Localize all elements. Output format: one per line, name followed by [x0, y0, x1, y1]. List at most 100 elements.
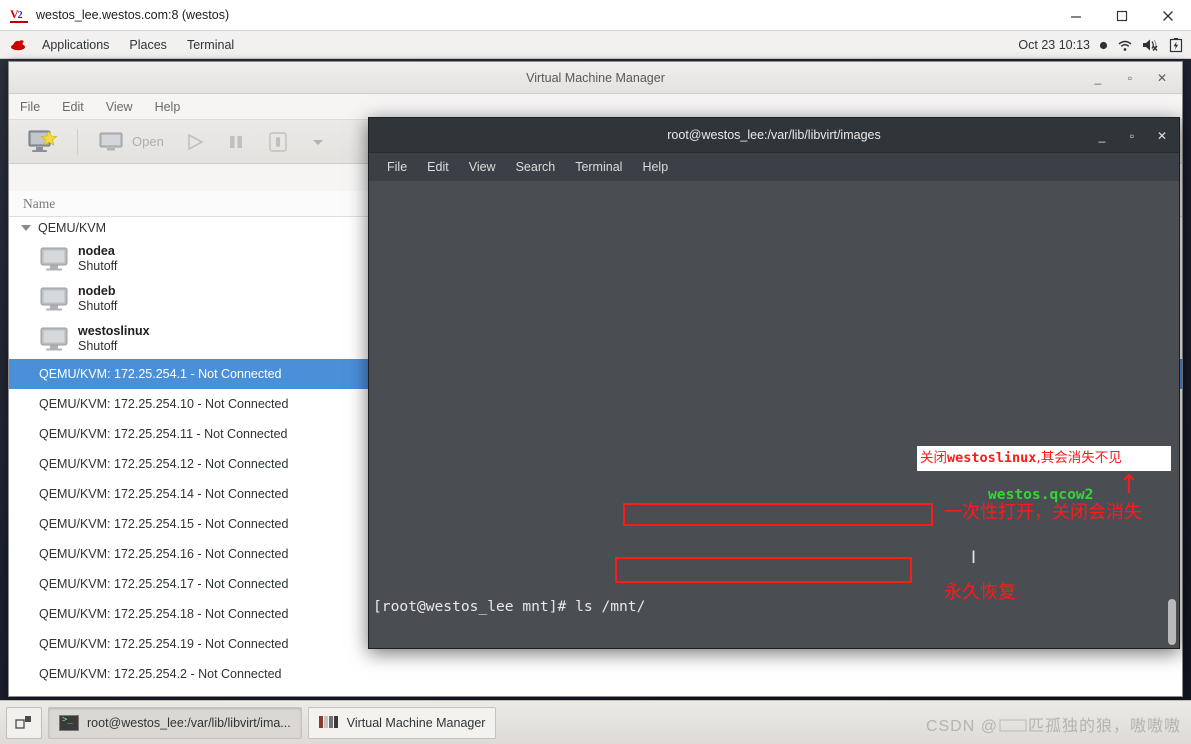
list-item-connection[interactable]: QEMU/KVM: 172.25.254.2 - Not Connected [9, 659, 1182, 689]
vmm-minimize-icon[interactable]: _ [1082, 71, 1114, 85]
panel-menu-applications[interactable]: Applications [32, 31, 119, 59]
vnc-window-controls [1053, 0, 1191, 31]
vm-state: Shutoff [78, 259, 118, 273]
panel-status-area: Oct 23 10:13 [1018, 31, 1183, 59]
terminal-maximize-icon[interactable]: ▫ [1117, 129, 1147, 143]
vmm-menu-help[interactable]: Help [144, 100, 192, 114]
list-item-connection[interactable]: QEMU/KVM: 172.25.254.20 - Not Connected [9, 689, 1182, 696]
annotation-tooltip-mono: westoslinux [947, 450, 1037, 466]
monitor-icon [39, 326, 69, 352]
annotation-tooltip-suffix: ,其会消失不见 [1036, 450, 1122, 466]
connection-label: QEMU/KVM: 172.25.254.19 - Not Connected [39, 637, 289, 651]
terminal-line: [root@westos_lee mnt]# ls /mnt/ [373, 598, 646, 616]
chevron-down-icon[interactable] [21, 225, 31, 231]
terminal-menu-view[interactable]: View [459, 160, 506, 174]
terminal-window-controls: _ ▫ ✕ [1087, 118, 1177, 153]
connection-label: QEMU/KVM: 172.25.254.2 - Not Connected [39, 667, 282, 681]
vmm-maximize-icon[interactable]: ▫ [1114, 71, 1146, 85]
connection-label: QEMU/KVM: 172.25.254.18 - Not Connected [39, 607, 289, 621]
annotation-tooltip-prefix: 关闭 [920, 450, 947, 466]
vm-group-label: QEMU/KVM [38, 221, 107, 235]
terminal-menubar: File Edit View Search Terminal Help [369, 153, 1179, 181]
connection-label: QEMU/KVM: 172.25.254.1 - Not Connected [39, 367, 282, 381]
column-header-name: Name [23, 195, 56, 211]
annotation-redbox-create [623, 503, 933, 526]
connection-label: QEMU/KVM: 172.25.254.14 - Not Connected [39, 487, 289, 501]
terminal-menu-search[interactable]: Search [506, 160, 566, 174]
vmm-icon [318, 715, 339, 730]
pause-button[interactable] [218, 128, 254, 156]
connection-label: QEMU/KVM: 172.25.254.11 - Not Connected [39, 427, 288, 441]
volume-muted-icon[interactable] [1142, 38, 1160, 52]
run-button[interactable] [176, 128, 214, 156]
toolbar-separator [77, 128, 78, 155]
watermark-text-after: 匹孤独的狼，嗷嗷嗷 [1027, 718, 1181, 735]
open-button-label: Open [132, 134, 164, 149]
annotation-redbox-define [615, 557, 912, 583]
vmm-window-controls: _ ▫ ✕ [1082, 62, 1178, 94]
terminal-scrollbar[interactable] [1165, 181, 1179, 648]
vmm-menu-file[interactable]: File [9, 100, 51, 114]
text-cursor-icon: I [971, 548, 977, 568]
monitor-icon [39, 246, 69, 272]
connection-label: QEMU/KVM: 172.25.254.10 - Not Connected [39, 397, 289, 411]
taskbar-item-vmm[interactable]: Virtual Machine Manager [307, 706, 497, 739]
watermark-logo-icon [998, 718, 1028, 739]
recording-dot-icon [1099, 41, 1108, 50]
shutdown-button[interactable] [258, 127, 298, 157]
minimize-icon[interactable] [1053, 0, 1099, 31]
terminal-menu-file[interactable]: File [377, 160, 417, 174]
vm-name: nodeb [78, 284, 116, 298]
close-icon[interactable] [1145, 0, 1191, 31]
chevron-down-icon[interactable] [302, 131, 334, 153]
maximize-icon[interactable] [1099, 0, 1145, 31]
terminal-window-title: root@westos_lee:/var/lib/libvirt/images [667, 128, 881, 142]
wifi-icon[interactable] [1117, 39, 1133, 52]
vmm-window-title: Virtual Machine Manager [526, 70, 665, 85]
taskbar-item-label: Virtual Machine Manager [346, 715, 486, 730]
terminal-icon [59, 714, 79, 731]
vnc-logo-icon: V2 [10, 7, 28, 23]
taskbar-item-label: root@westos_lee:/var/lib/libvirt/ima... [87, 715, 291, 730]
vnc-window-titlebar: V2 westos_lee.westos.com:8 (westos) [0, 0, 1191, 31]
redhat-icon[interactable] [10, 38, 26, 51]
terminal-menu-help[interactable]: Help [632, 160, 678, 174]
annotation-tooltip: 关闭westoslinux,其会消失不见 [917, 446, 1171, 471]
vmm-titlebar: Virtual Machine Manager _ ▫ ✕ [9, 62, 1182, 94]
vmm-close-icon[interactable]: ✕ [1146, 71, 1178, 85]
watermark-text-before: CSDN @ [925, 718, 998, 735]
annotation-arrow-icon: ↑ [1118, 470, 1140, 500]
vnc-window-title: westos_lee.westos.com:8 (westos) [36, 8, 230, 22]
vm-state: Shutoff [78, 299, 118, 313]
terminal-close-icon[interactable]: ✕ [1147, 129, 1177, 143]
terminal-minimize-icon[interactable]: _ [1087, 129, 1117, 143]
open-button[interactable]: Open [90, 127, 172, 157]
csdn-watermark: CSDN @ 匹孤独的狼，嗷嗷嗷 [926, 712, 1181, 739]
panel-clock[interactable]: Oct 23 10:13 [1018, 38, 1090, 52]
monitor-icon [39, 286, 69, 312]
screen: V2 westos_lee.westos.com:8 (westos) Appl… [0, 0, 1191, 744]
panel-menu-terminal[interactable]: Terminal [177, 31, 244, 59]
terminal-menu-edit[interactable]: Edit [417, 160, 459, 174]
annotation-note-create: 一次性打开，关闭会消失 [944, 502, 1142, 523]
show-desktop-button[interactable] [6, 706, 42, 739]
terminal-titlebar: root@westos_lee:/var/lib/libvirt/images … [369, 118, 1179, 153]
vmm-menu-edit[interactable]: Edit [51, 100, 95, 114]
battery-icon[interactable] [1169, 37, 1183, 53]
terminal-menu-terminal[interactable]: Terminal [565, 160, 632, 174]
vm-name: westoslinux [78, 324, 150, 338]
connection-label: QEMU/KVM: 172.25.254.12 - Not Connected [39, 457, 289, 471]
connection-label: QEMU/KVM: 172.25.254.15 - Not Connected [39, 517, 289, 531]
terminal-scrollbar-thumb[interactable] [1168, 599, 1176, 645]
gnome-top-panel: Applications Places Terminal Oct 23 10:1… [0, 31, 1191, 59]
panel-menu-places[interactable]: Places [119, 31, 177, 59]
new-vm-button[interactable] [19, 125, 65, 159]
taskbar-item-terminal[interactable]: root@westos_lee:/var/lib/libvirt/ima... [48, 706, 302, 739]
annotation-note-define: 永久恢复 [944, 582, 1016, 603]
connection-label: QEMU/KVM: 172.25.254.16 - Not Connected [39, 547, 289, 561]
vmm-menu-view[interactable]: View [95, 100, 144, 114]
